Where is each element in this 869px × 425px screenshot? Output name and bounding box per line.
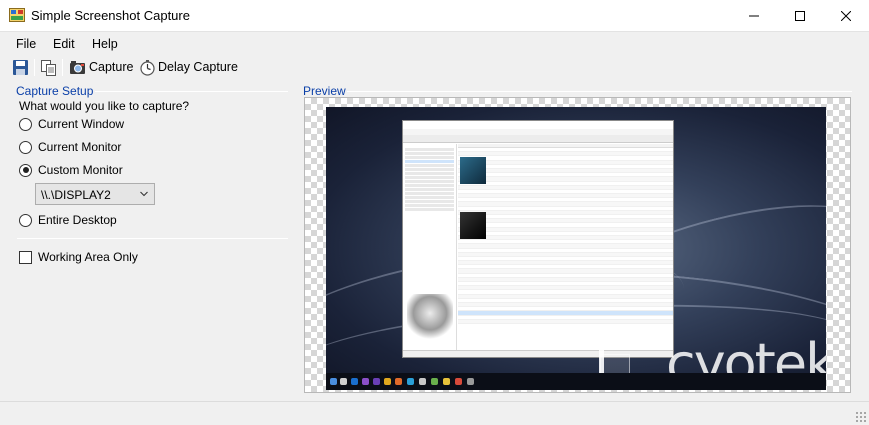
window-title: Simple Screenshot Capture [31,8,190,23]
status-bar [0,401,869,425]
app-icon [9,8,25,22]
option-custom-monitor[interactable]: Custom Monitor [19,163,123,177]
captured-app-window [402,120,674,358]
working-area-only-label: Working Area Only [38,250,138,264]
stopwatch-icon[interactable] [139,59,156,76]
option-label: Custom Monitor [38,163,123,177]
checkbox[interactable] [19,250,32,264]
monitor-select[interactable]: \\.\DISPLAY2 [35,183,155,205]
minimize-icon [749,15,759,16]
main-panel: Capture Setup What would you like to cap… [0,80,869,401]
preview-image: cyotek [304,97,851,393]
option-current-monitor[interactable]: Current Monitor [19,140,121,154]
radio-button[interactable] [19,213,32,227]
close-button[interactable] [823,0,869,31]
group-divider [17,238,288,239]
captured-desktop: cyotek [326,107,826,390]
radio-button[interactable] [19,163,32,177]
option-label: Entire Desktop [38,213,117,227]
delay-capture-button[interactable]: Delay Capture [158,60,238,74]
option-label: Current Monitor [38,140,122,154]
capture-prompt: What would you like to capture? [19,99,190,113]
capture-setup-title: Capture Setup [16,84,94,98]
working-area-only-option[interactable]: Working Area Only [19,250,138,264]
captured-taskbar [326,373,826,390]
monitor-select-value: \\.\DISPLAY2 [41,188,111,202]
toolbar-separator [62,59,63,76]
chevron-down-icon [140,191,148,197]
capture-button[interactable]: Capture [89,60,133,74]
resize-grip-icon[interactable] [855,411,866,422]
copy-icon[interactable] [40,59,57,76]
group-divider [95,91,288,92]
radio-button[interactable] [19,140,32,154]
minimize-button[interactable] [731,0,777,31]
menu-file[interactable]: File [16,37,36,51]
radio-button[interactable] [19,117,32,131]
option-current-window[interactable]: Current Window [19,117,124,131]
maximize-button[interactable] [777,0,823,31]
menu-bar: File Edit Help [0,31,869,55]
title-bar: Simple Screenshot Capture [0,0,869,31]
group-divider [347,91,852,92]
toolbar: Capture Delay Capture [0,55,869,80]
option-entire-desktop[interactable]: Entire Desktop [19,213,117,227]
camera-icon[interactable] [69,59,86,76]
menu-help[interactable]: Help [92,37,118,51]
option-label: Current Window [38,117,125,131]
save-icon[interactable] [12,59,29,76]
menu-edit[interactable]: Edit [53,37,75,51]
toolbar-separator [34,59,35,76]
maximize-icon [795,10,805,21]
close-icon [841,10,851,21]
preview-title: Preview [303,84,346,98]
